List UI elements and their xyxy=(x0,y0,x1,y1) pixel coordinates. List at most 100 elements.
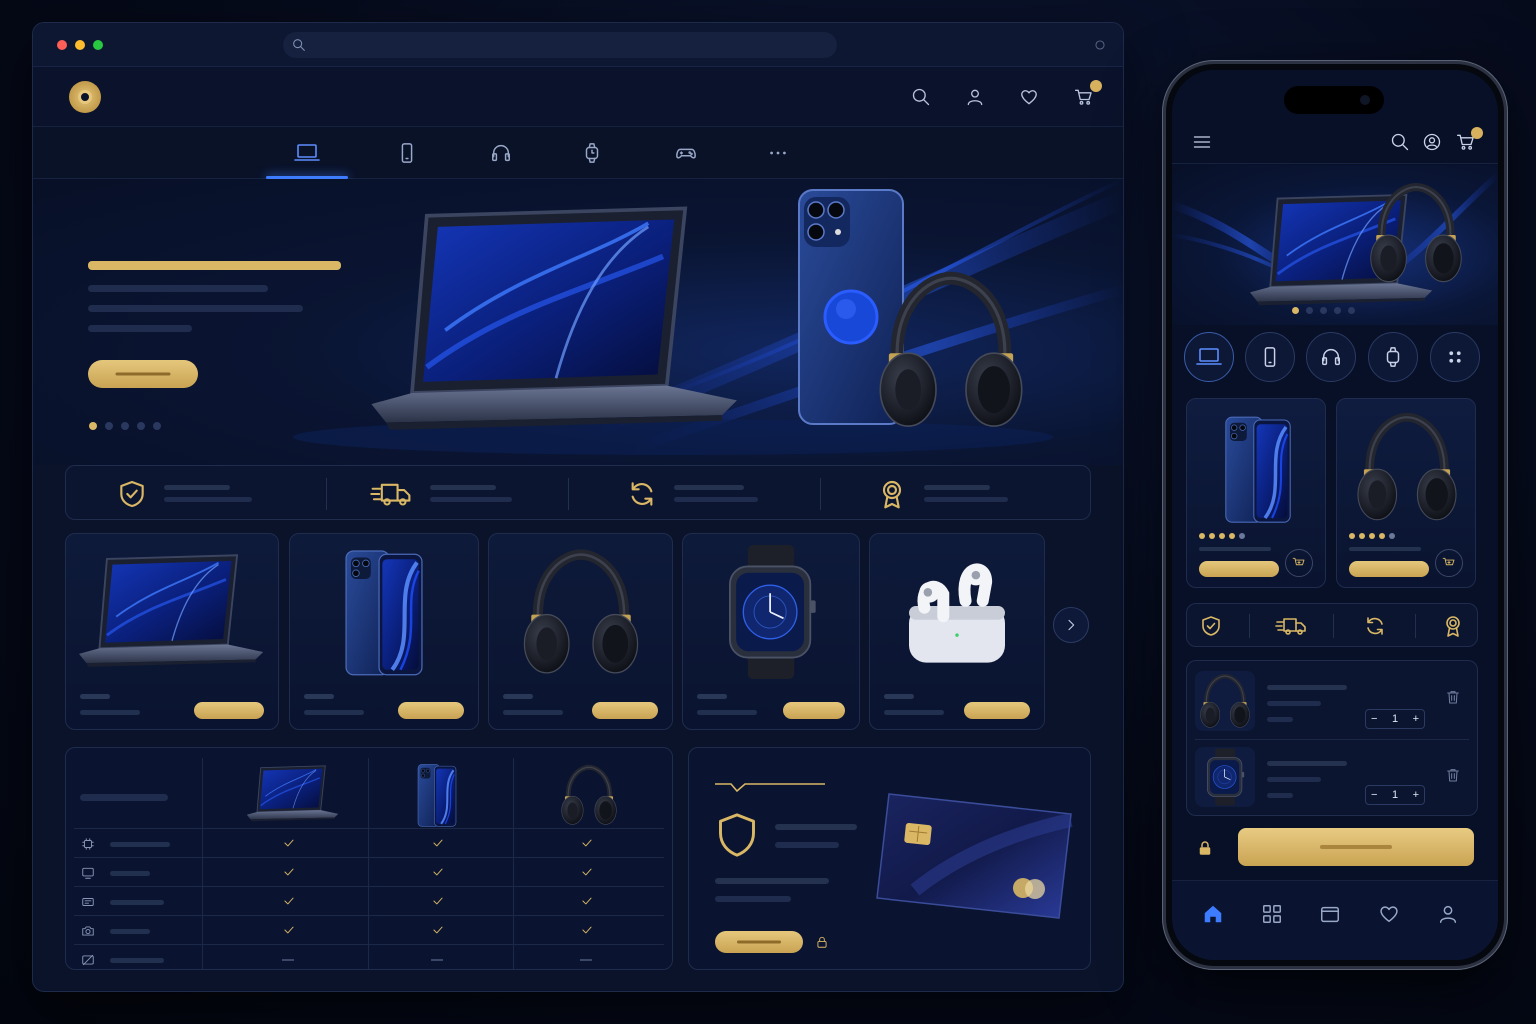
mobile-category-all[interactable] xyxy=(1430,332,1480,382)
no-camera-icon xyxy=(81,953,95,967)
decrease-button[interactable]: − xyxy=(1371,713,1377,725)
add-to-cart-button[interactable] xyxy=(398,702,464,719)
cart-add-icon[interactable] xyxy=(1435,549,1463,577)
cart-add-icon[interactable] xyxy=(1285,549,1313,577)
product-card-smartphone[interactable] xyxy=(289,533,479,730)
grid-icon xyxy=(1446,348,1464,366)
product-card-headphones[interactable] xyxy=(488,533,673,730)
product-card-smartwatch[interactable] xyxy=(682,533,860,730)
mobile-product-card-headphones[interactable] xyxy=(1336,398,1476,588)
compare-phone-image xyxy=(412,762,462,828)
user-icon[interactable] xyxy=(1437,903,1459,925)
add-to-cart-button[interactable] xyxy=(964,702,1030,719)
search-icon[interactable] xyxy=(1390,132,1410,152)
headphones-product-image xyxy=(1355,409,1459,525)
add-to-cart-button[interactable] xyxy=(1199,561,1279,577)
add-to-cart-button[interactable] xyxy=(783,702,845,719)
carousel-dot[interactable] xyxy=(121,422,129,430)
cart-icon[interactable] xyxy=(1073,80,1102,107)
pay-button[interactable] xyxy=(715,931,803,953)
checkout-button[interactable] xyxy=(1238,828,1474,866)
decrease-button[interactable]: − xyxy=(1371,789,1377,801)
category-tabs xyxy=(33,127,1123,179)
address-bar[interactable] xyxy=(283,32,837,58)
carousel-dot[interactable] xyxy=(1292,307,1299,314)
product-card-laptop[interactable] xyxy=(65,533,279,730)
award-ribbon-icon xyxy=(1441,614,1465,638)
mobile-category-phones[interactable] xyxy=(1245,332,1295,382)
check-icon xyxy=(431,923,445,937)
maximize-window-button[interactable] xyxy=(93,40,103,50)
tab-headphones[interactable] xyxy=(460,127,542,179)
trash-icon[interactable] xyxy=(1445,689,1461,705)
carousel-dot[interactable] xyxy=(1320,307,1327,314)
chevron-right-icon xyxy=(1063,617,1079,633)
quantity-stepper[interactable]: − 1 + xyxy=(1365,709,1425,729)
mobile-screen: − 1 + − 1 + xyxy=(1166,64,1504,966)
add-to-cart-button[interactable] xyxy=(194,702,264,719)
heart-icon[interactable] xyxy=(1378,903,1400,925)
carousel-dot[interactable] xyxy=(1348,307,1355,314)
rating-stars xyxy=(1349,533,1395,539)
hero-subtitle-line xyxy=(88,305,303,312)
carousel-dot[interactable] xyxy=(105,422,113,430)
increase-button[interactable]: + xyxy=(1413,789,1419,801)
carousel-dot[interactable] xyxy=(137,422,145,430)
close-window-button[interactable] xyxy=(57,40,67,50)
hero-cta-button[interactable] xyxy=(88,360,198,388)
headphones-icon xyxy=(490,142,512,164)
user-icon[interactable] xyxy=(965,87,985,107)
tab-phones[interactable] xyxy=(366,127,448,179)
carousel-dot[interactable] xyxy=(153,422,161,430)
phone-icon xyxy=(1259,346,1281,368)
mobile-device-frame: − 1 + − 1 + xyxy=(1162,60,1508,970)
watch-icon xyxy=(1382,346,1404,368)
hero-headline xyxy=(88,261,341,270)
check-icon xyxy=(282,894,296,908)
tab-gaming[interactable] xyxy=(645,127,727,179)
grid-icon[interactable] xyxy=(1261,903,1283,925)
mobile-product-card-smartphone[interactable] xyxy=(1186,398,1326,588)
check-icon xyxy=(580,894,594,908)
comparison-row xyxy=(66,917,672,946)
mobile-header xyxy=(1172,120,1498,164)
quantity-stepper[interactable]: − 1 + xyxy=(1365,785,1425,805)
mobile-category-watches[interactable] xyxy=(1368,332,1418,382)
hero-headphones-image xyxy=(1368,181,1464,285)
trash-icon[interactable] xyxy=(1445,767,1461,783)
not-available-dash xyxy=(431,959,443,961)
mobile-category-laptops[interactable] xyxy=(1184,332,1234,382)
carousel-next-button[interactable] xyxy=(1053,607,1089,643)
add-to-cart-button[interactable] xyxy=(592,702,658,719)
product-card-earbuds[interactable] xyxy=(869,533,1045,730)
carousel-dot[interactable] xyxy=(1334,307,1341,314)
check-icon xyxy=(282,836,296,850)
check-icon xyxy=(580,923,594,937)
check-icon xyxy=(580,836,594,850)
hero-carousel-dots xyxy=(89,422,161,430)
search-icon[interactable] xyxy=(911,87,931,107)
card-icon[interactable] xyxy=(1319,903,1341,925)
cart-icon[interactable] xyxy=(1456,127,1483,152)
check-icon xyxy=(431,836,445,850)
carousel-dot[interactable] xyxy=(89,422,97,430)
tab-laptops[interactable] xyxy=(266,127,348,179)
check-icon xyxy=(282,923,296,937)
reload-icon[interactable] xyxy=(1093,38,1107,52)
tab-more[interactable] xyxy=(737,127,819,179)
desktop-browser-window xyxy=(32,22,1124,992)
secure-payment-panel xyxy=(688,747,1091,970)
minimize-window-button[interactable] xyxy=(75,40,85,50)
tab-watches[interactable] xyxy=(551,127,633,179)
add-to-cart-button[interactable] xyxy=(1349,561,1429,577)
user-icon[interactable] xyxy=(1422,132,1442,152)
mobile-category-headphones[interactable] xyxy=(1306,332,1356,382)
menu-icon[interactable] xyxy=(1192,132,1212,152)
increase-button[interactable]: + xyxy=(1413,713,1419,725)
carousel-dot[interactable] xyxy=(1306,307,1313,314)
brand-logo[interactable] xyxy=(69,81,101,113)
heart-icon[interactable] xyxy=(1019,87,1039,107)
check-icon xyxy=(431,894,445,908)
gamepad-icon xyxy=(674,142,698,164)
home-icon[interactable] xyxy=(1202,903,1224,925)
